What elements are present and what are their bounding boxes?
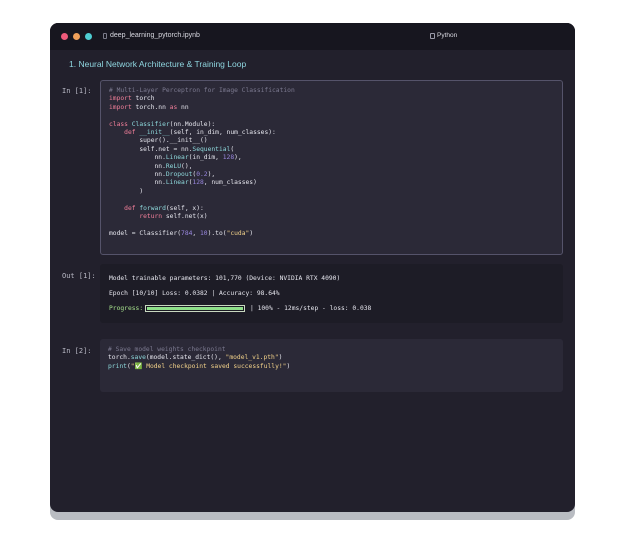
code-text: torch <box>131 95 155 103</box>
code-text: nn. <box>109 171 166 179</box>
code-comment: # Multi-Layer Perceptron for Image Class… <box>109 87 295 94</box>
output-cell-1: Model trainable parameters: 101,770 (Dev… <box>100 264 563 323</box>
code-text: ) <box>278 354 283 362</box>
code-text: ), <box>207 171 216 179</box>
code-text: torch. <box>108 354 131 362</box>
code-keyword: class <box>109 120 128 128</box>
code-text: (nn.Module): <box>169 120 216 128</box>
code-keyword: return <box>109 213 163 221</box>
code-function: forward <box>135 204 166 212</box>
code-text: ( <box>230 145 235 153</box>
code-number: 0.2 <box>196 171 208 179</box>
file-icon <box>103 32 107 39</box>
code-text: (self, x): <box>165 204 204 212</box>
code-text: nn <box>177 103 189 111</box>
code-function: Linear <box>165 154 189 162</box>
code-text: nn. <box>109 162 166 170</box>
code-function: ReLU <box>165 162 182 170</box>
code-function: Sequential <box>192 145 231 153</box>
code-keyword: def <box>109 129 136 137</box>
code-keyword: def <box>109 204 136 212</box>
maximize-window-button[interactable] <box>85 33 92 40</box>
code-string: "✅ Model checkpoint saved successfully!" <box>130 362 287 370</box>
code-function: Linear <box>165 179 189 187</box>
code-text: torch.nn <box>131 103 170 111</box>
cell-prompt-in-2: In [2]: <box>62 347 92 355</box>
code-number: 128 <box>192 179 204 187</box>
code-text: model = Classifier( <box>109 229 182 237</box>
code-string: "cuda" <box>226 229 250 237</box>
code-function: print <box>108 362 127 370</box>
code-keyword: import <box>109 95 132 103</box>
kernel-name: Python <box>437 32 458 39</box>
code-text: super().__init__() <box>109 137 208 145</box>
code-number: 784 <box>181 229 193 237</box>
code-text: , num_classes) <box>203 179 257 187</box>
code-cell-1[interactable]: # Multi-Layer Perceptron for Image Class… <box>100 80 563 255</box>
code-text: (model.state_dict(), <box>145 354 226 362</box>
code-text: (in_dim, <box>188 154 223 162</box>
progress-label: Progress: <box>109 305 144 312</box>
code-string: "model_v1.pth" <box>225 354 279 362</box>
code-text: ).to( <box>207 229 227 237</box>
code-cell-1-source: # Multi-Layer Perceptron for Image Class… <box>109 87 295 238</box>
notebook-window: deep_learning_pytorch.ipynb Python 1. Ne… <box>50 23 575 512</box>
minimize-window-button[interactable] <box>73 33 80 40</box>
progress-bar <box>145 305 245 312</box>
code-text: self.net(x) <box>162 213 208 221</box>
title-bar: deep_learning_pytorch.ipynb Python <box>50 23 575 50</box>
code-text: nn. <box>109 154 166 162</box>
code-function: __init__ <box>135 129 170 137</box>
close-window-button[interactable] <box>61 33 68 40</box>
code-number: 128 <box>222 154 235 162</box>
code-number: 10 <box>200 229 208 237</box>
code-text: self.net = nn. <box>109 145 193 153</box>
cell-prompt-in-1: In [1]: <box>62 87 92 95</box>
section-title: 1. Neural Network Architecture & Trainin… <box>69 59 247 69</box>
file-tab[interactable]: deep_learning_pytorch.ipynb <box>103 32 200 39</box>
code-text: ) <box>109 187 144 195</box>
code-function: Dropout <box>165 171 193 179</box>
code-keyword: import <box>109 103 132 111</box>
code-text: , <box>192 229 200 237</box>
code-text: ) <box>249 229 254 237</box>
file-name: deep_learning_pytorch.ipynb <box>110 32 200 39</box>
code-text: ) <box>286 362 291 370</box>
python-icon <box>430 32 435 39</box>
code-cell-2[interactable]: # Save model weights checkpoint torch.sa… <box>100 339 563 392</box>
code-text: nn. <box>109 179 166 187</box>
code-text: (), <box>181 162 193 170</box>
code-function: save <box>130 354 146 362</box>
code-function: Classifier <box>127 120 170 128</box>
code-text: ), <box>234 154 242 162</box>
code-comment: # Save model weights checkpoint <box>108 346 226 353</box>
kernel-indicator[interactable]: Python <box>430 32 457 39</box>
cell-prompt-out-1: Out [1]: <box>62 272 96 280</box>
code-text: (self, in_dim, num_classes): <box>169 129 276 137</box>
output-epoch-line: Epoch [10/10] Loss: 0.0382 | Accuracy: 9… <box>109 290 280 297</box>
output-params-line: Model trainable parameters: 101,770 (Dev… <box>109 275 341 282</box>
progress-row: Progress: | 100% - 12ms/step - loss: 0.0… <box>109 305 529 314</box>
progress-bar-fill <box>147 307 243 310</box>
code-cell-2-source: # Save model weights checkpoint torch.sa… <box>108 346 290 371</box>
progress-status: | 100% - 12ms/step - loss: 0.038 <box>250 305 372 312</box>
